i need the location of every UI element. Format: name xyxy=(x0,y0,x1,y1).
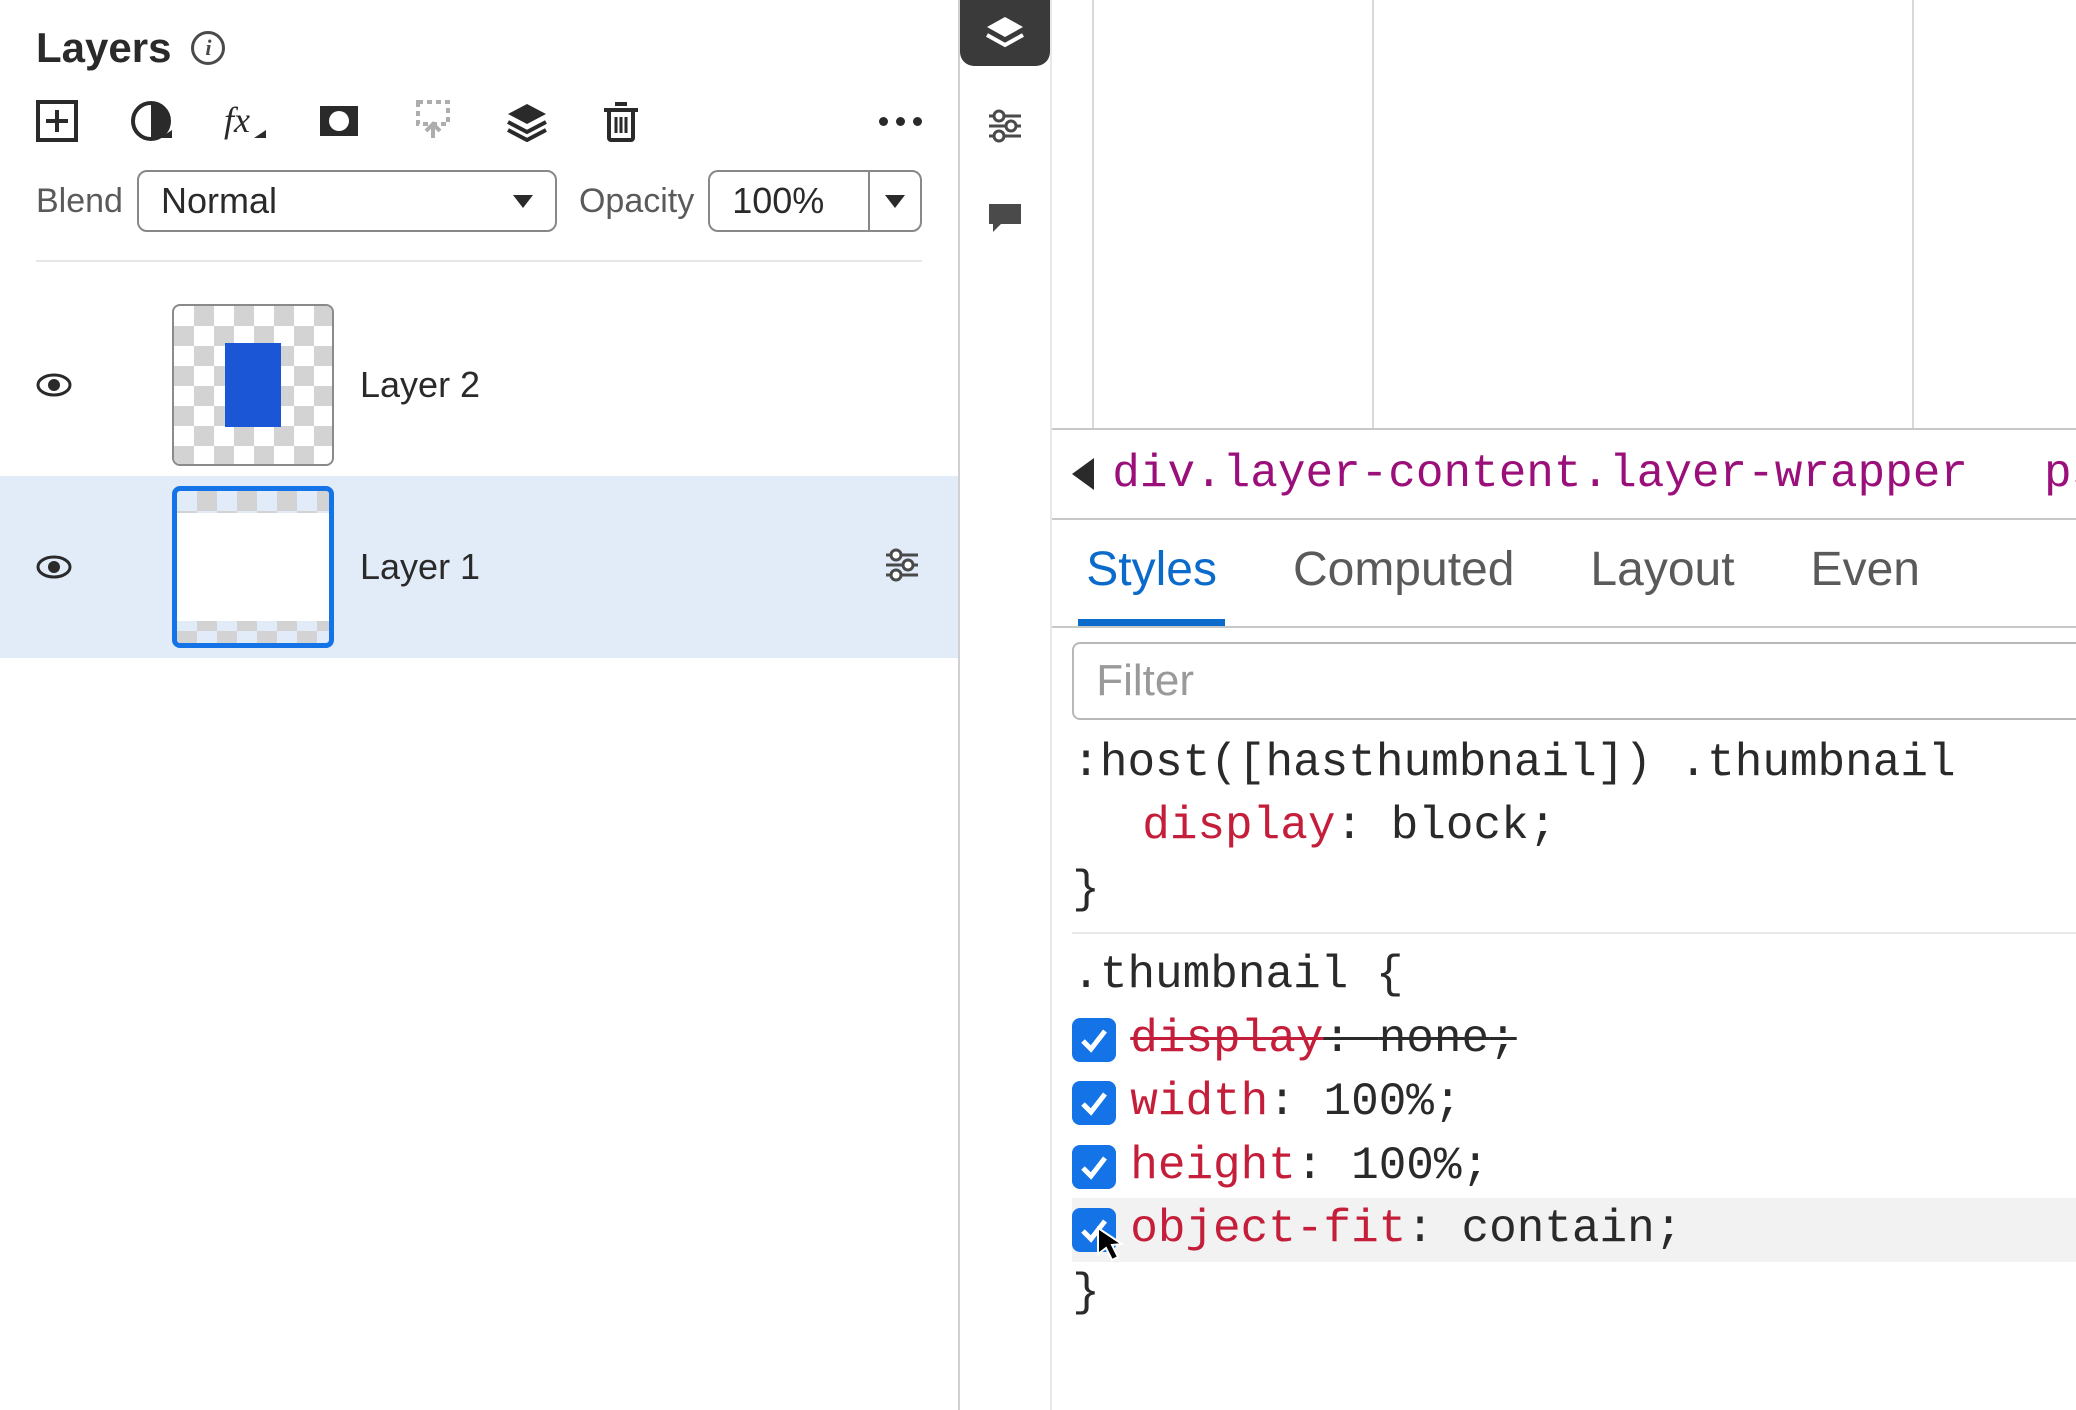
visibility-icon[interactable] xyxy=(36,549,72,585)
opacity-label: Opacity xyxy=(579,182,694,221)
css-declaration[interactable]: object-fit: contain; xyxy=(1072,1198,2076,1261)
tab-layout[interactable]: Layout xyxy=(1582,520,1742,626)
chevron-down-icon xyxy=(885,195,905,208)
breadcrumb-prev-icon[interactable] xyxy=(1072,458,1094,490)
layer-properties-button[interactable] xyxy=(882,545,922,590)
filter-row: Filter xyxy=(1052,628,2076,728)
chevron-down-icon xyxy=(513,195,533,208)
panel-title: Layers xyxy=(36,24,171,72)
blend-label: Blend xyxy=(36,182,123,221)
css-declaration[interactable]: display: none; xyxy=(1072,1008,2076,1071)
breadcrumb: div.layer-content.layer-wrapper psw xyxy=(1052,430,2076,520)
devtools-panel: div.layer-content.layer-wrapper psw Styl… xyxy=(1052,0,2076,1410)
tab-event[interactable]: Even xyxy=(1803,520,1928,626)
css-declaration[interactable]: width: 100%; xyxy=(1072,1071,2076,1134)
css-declaration[interactable]: height: 100%; xyxy=(1072,1135,2076,1198)
layer-group-button[interactable] xyxy=(506,100,548,142)
toggle-property-checkbox[interactable] xyxy=(1072,1018,1116,1062)
opacity-value: 100% xyxy=(732,180,824,222)
side-rail xyxy=(960,0,1052,1410)
devtools-tabs: Styles Computed Layout Even xyxy=(1052,520,2076,628)
layer-list: Layer 2 Layer 1 xyxy=(0,262,958,1410)
css-rule: :host([hasthumbnail]) .thumbnail display… xyxy=(1072,732,2076,934)
layer-thumbnail[interactable] xyxy=(172,304,334,466)
clip-mask-button[interactable] xyxy=(412,100,454,142)
blend-opacity-row: Blend Normal Opacity 100% xyxy=(36,160,922,262)
cursor-pointer-icon xyxy=(1096,1226,1124,1262)
layers-panel: Layers i fx Blend Normal xyxy=(0,0,960,1410)
rail-layers-button[interactable] xyxy=(960,0,1050,66)
info-icon[interactable]: i xyxy=(191,31,225,65)
layer-row[interactable]: Layer 2 xyxy=(0,294,958,476)
layers-toolbar: fx xyxy=(0,82,958,160)
opacity-input[interactable]: 100% xyxy=(708,170,868,232)
visibility-icon[interactable] xyxy=(36,367,72,403)
css-brace-close: } xyxy=(1072,1262,2076,1325)
layer-row[interactable]: Layer 1 xyxy=(0,476,958,658)
styles-content: :host([hasthumbnail]) .thumbnail display… xyxy=(1052,728,2076,1353)
panel-header: Layers i xyxy=(0,0,958,82)
css-rule: .thumbnail { display: none; width: 100%;… xyxy=(1072,944,2076,1335)
styles-filter-input[interactable]: Filter xyxy=(1072,642,2076,720)
tab-styles[interactable]: Styles xyxy=(1078,520,1225,626)
layer-effects-button[interactable]: fx xyxy=(224,100,266,142)
breadcrumb-item[interactable]: div.layer-content.layer-wrapper xyxy=(1112,448,1968,500)
svg-text:fx: fx xyxy=(224,100,250,140)
layer-name[interactable]: Layer 1 xyxy=(360,546,480,588)
opacity-dropdown-button[interactable] xyxy=(868,170,922,232)
adjustment-layer-button[interactable] xyxy=(130,100,172,142)
blend-value: Normal xyxy=(161,180,277,222)
layer-thumbnail[interactable] xyxy=(172,486,334,648)
rail-comments-button[interactable] xyxy=(960,186,1050,250)
toggle-property-checkbox[interactable] xyxy=(1072,1145,1116,1189)
css-selector[interactable]: :host([hasthumbnail]) .thumbnail xyxy=(1072,732,2076,795)
tab-computed[interactable]: Computed xyxy=(1285,520,1522,626)
toggle-property-checkbox[interactable] xyxy=(1072,1081,1116,1125)
layer-mask-button[interactable] xyxy=(318,100,360,142)
css-selector[interactable]: .thumbnail { xyxy=(1072,944,2076,1007)
layer-name[interactable]: Layer 2 xyxy=(360,364,480,406)
breadcrumb-item[interactable]: psw xyxy=(2044,448,2076,500)
blend-mode-select[interactable]: Normal xyxy=(137,170,557,232)
delete-layer-button[interactable] xyxy=(600,100,642,142)
css-declaration[interactable]: display: block; xyxy=(1072,795,2076,858)
rail-adjustments-button[interactable] xyxy=(960,94,1050,158)
css-brace-close: } xyxy=(1072,859,2076,922)
new-layer-button[interactable] xyxy=(36,100,78,142)
dom-preview-area xyxy=(1052,0,2076,430)
more-options-button[interactable] xyxy=(879,117,922,126)
